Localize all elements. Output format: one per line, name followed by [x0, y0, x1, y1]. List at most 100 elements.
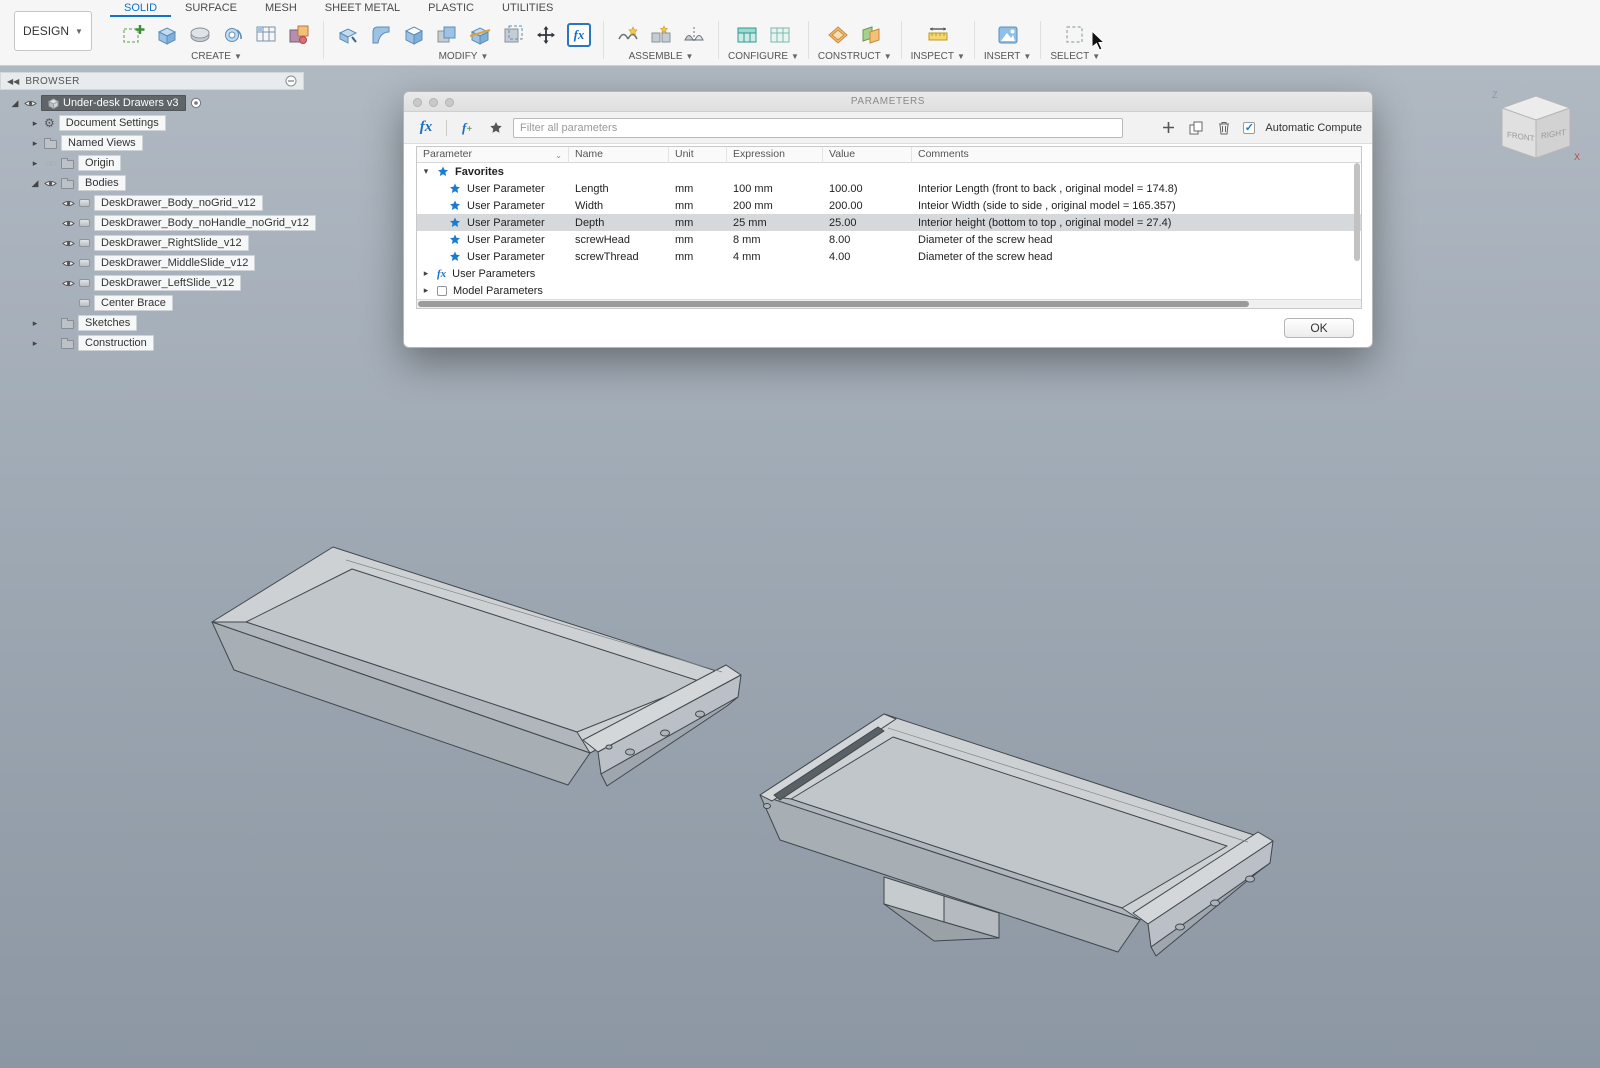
column-header-name[interactable]: Name — [569, 147, 669, 163]
cell-unit[interactable]: mm — [669, 200, 727, 212]
tab-plastic[interactable]: PLASTIC — [414, 0, 488, 17]
eye-off-icon[interactable] — [44, 339, 57, 348]
construct-plane-button[interactable] — [823, 20, 853, 50]
cell-name[interactable]: screwHead — [569, 234, 669, 246]
mirror-components-button[interactable] — [679, 20, 709, 50]
tree-item-named-views[interactable]: ▸ Named Views — [0, 133, 304, 153]
cell-expression[interactable]: 100 mm — [727, 183, 823, 195]
cell-unit[interactable]: mm — [669, 234, 727, 246]
column-header-comments[interactable]: Comments — [912, 147, 1361, 163]
create-sketch-button[interactable] — [119, 20, 149, 50]
new-component-button[interactable] — [613, 20, 643, 50]
chevron-right-icon[interactable]: ▸ — [30, 118, 40, 129]
favorite-star-icon[interactable] — [449, 217, 461, 229]
insert-button[interactable] — [993, 20, 1023, 50]
eye-icon[interactable] — [24, 99, 37, 108]
tree-item-sketches[interactable]: ▸ Sketches — [0, 313, 304, 333]
chevron-expanded-icon[interactable]: ◢ — [10, 98, 20, 109]
column-header-value[interactable]: Value — [823, 147, 912, 163]
tree-item-body[interactable]: DeskDrawer_Body_noHandle_noGrid_v12 — [0, 213, 304, 233]
eye-off-icon[interactable] — [62, 299, 75, 308]
tab-sheet-metal[interactable]: SHEET METAL — [311, 0, 414, 17]
construct-dropdown[interactable]: CONSTRUCT▼ — [818, 51, 892, 62]
eye-off-icon[interactable] — [44, 319, 57, 328]
cell-expression[interactable]: 25 mm — [727, 217, 823, 229]
favorite-star-icon[interactable] — [449, 200, 461, 212]
eye-icon[interactable] — [44, 179, 57, 188]
fillet-button[interactable] — [366, 20, 396, 50]
tree-item-construction[interactable]: ▸ Construction — [0, 333, 304, 353]
horizontal-scrollbar-thumb[interactable] — [418, 301, 1249, 307]
offset-face-button[interactable] — [498, 20, 528, 50]
insert-user-parameter-button[interactable]: f+ — [455, 119, 479, 137]
minimize-icon[interactable] — [429, 98, 438, 107]
parameter-row-width[interactable]: User Parameter Width mm 200 mm 200.00 In… — [417, 197, 1361, 214]
column-header-parameter[interactable]: Parameter⌄ — [417, 147, 569, 163]
eye-off-icon[interactable] — [44, 159, 57, 168]
chevron-right-icon[interactable]: ▸ — [30, 138, 40, 149]
cell-unit[interactable]: mm — [669, 251, 727, 263]
collapse-panel-icon[interactable]: ◀◀ — [7, 77, 19, 86]
user-parameters-group-row[interactable]: ▸ fx User Parameters — [417, 265, 1361, 282]
document-root-chip[interactable]: Under-desk Drawers v3 — [41, 95, 186, 111]
delete-parameter-button[interactable] — [1215, 119, 1233, 137]
fx-parameter-button[interactable]: fx — [414, 119, 438, 137]
cell-unit[interactable]: mm — [669, 217, 727, 229]
sweep-button[interactable] — [218, 20, 248, 50]
browser-menu-icon[interactable] — [285, 75, 297, 87]
cell-comments[interactable]: Interior height (bottom to top , origina… — [912, 217, 1361, 229]
cell-name[interactable]: Depth — [569, 217, 669, 229]
parameter-row-length[interactable]: User Parameter Length mm 100 mm 100.00 I… — [417, 180, 1361, 197]
maximize-icon[interactable] — [445, 98, 454, 107]
vertical-scrollbar[interactable] — [1354, 163, 1361, 299]
favorite-star-icon[interactable] — [449, 183, 461, 195]
cell-name[interactable]: Length — [569, 183, 669, 195]
tree-item-body[interactable]: DeskDrawer_Body_noGrid_v12 — [0, 193, 304, 213]
change-parameters-button[interactable]: fx — [564, 20, 594, 50]
configure-button[interactable] — [732, 20, 762, 50]
insert-dropdown[interactable]: INSERT▼ — [984, 51, 1031, 62]
ok-button[interactable]: OK — [1284, 318, 1354, 338]
eye-icon[interactable] — [62, 239, 75, 248]
modify-dropdown[interactable]: MODIFY▼ — [439, 51, 489, 62]
cell-comments[interactable]: Diameter of the screw head — [912, 234, 1361, 246]
favorite-star-icon[interactable] — [449, 234, 461, 246]
tree-item-root[interactable]: ◢ Under-desk Drawers v3 — [0, 93, 304, 113]
combine-button[interactable] — [432, 20, 462, 50]
automatic-compute-checkbox[interactable]: ✓ — [1243, 122, 1255, 134]
tree-item-bodies[interactable]: ◢ Bodies — [0, 173, 304, 193]
chevron-right-icon[interactable]: ▸ — [30, 158, 40, 169]
cell-comments[interactable]: Interior Length (front to back , origina… — [912, 183, 1361, 195]
cell-expression[interactable]: 8 mm — [727, 234, 823, 246]
tree-item-body[interactable]: DeskDrawer_MiddleSlide_v12 — [0, 253, 304, 273]
column-header-unit[interactable]: Unit — [669, 147, 727, 163]
horizontal-scrollbar[interactable] — [417, 299, 1361, 308]
chevron-right-icon[interactable]: ▸ — [421, 285, 431, 296]
configuration-table-button[interactable] — [765, 20, 795, 50]
create-dropdown[interactable]: CREATE▼ — [191, 51, 242, 62]
tab-surface[interactable]: SURFACE — [171, 0, 251, 17]
tab-mesh[interactable]: MESH — [251, 0, 311, 17]
cell-name[interactable]: screwThread — [569, 251, 669, 263]
measure-button[interactable] — [923, 20, 953, 50]
favorites-filter-button[interactable] — [487, 119, 505, 137]
revolve-button[interactable] — [185, 20, 215, 50]
chevron-right-icon[interactable]: ▸ — [30, 338, 40, 349]
cell-comments[interactable]: Diameter of the screw head — [912, 251, 1361, 263]
select-button[interactable] — [1060, 20, 1090, 50]
form-button[interactable] — [284, 20, 314, 50]
pattern-button[interactable] — [251, 20, 281, 50]
press-pull-button[interactable] — [333, 20, 363, 50]
model-parameters-group-row[interactable]: ▸ Model Parameters — [417, 282, 1361, 299]
chevron-right-icon[interactable]: ▸ — [30, 318, 40, 329]
eye-icon[interactable] — [62, 199, 75, 208]
tree-item-body[interactable]: Center Brace — [0, 293, 304, 313]
dialog-titlebar[interactable]: PARAMETERS — [404, 92, 1372, 112]
tree-item-body[interactable]: DeskDrawer_RightSlide_v12 — [0, 233, 304, 253]
vertical-scrollbar-thumb[interactable] — [1354, 163, 1360, 261]
view-cube[interactable]: Z FRONT RIGHT X — [1488, 84, 1584, 170]
shell-button[interactable] — [399, 20, 429, 50]
extrude-button[interactable] — [152, 20, 182, 50]
cell-expression[interactable]: 4 mm — [727, 251, 823, 263]
cell-expression[interactable]: 200 mm — [727, 200, 823, 212]
